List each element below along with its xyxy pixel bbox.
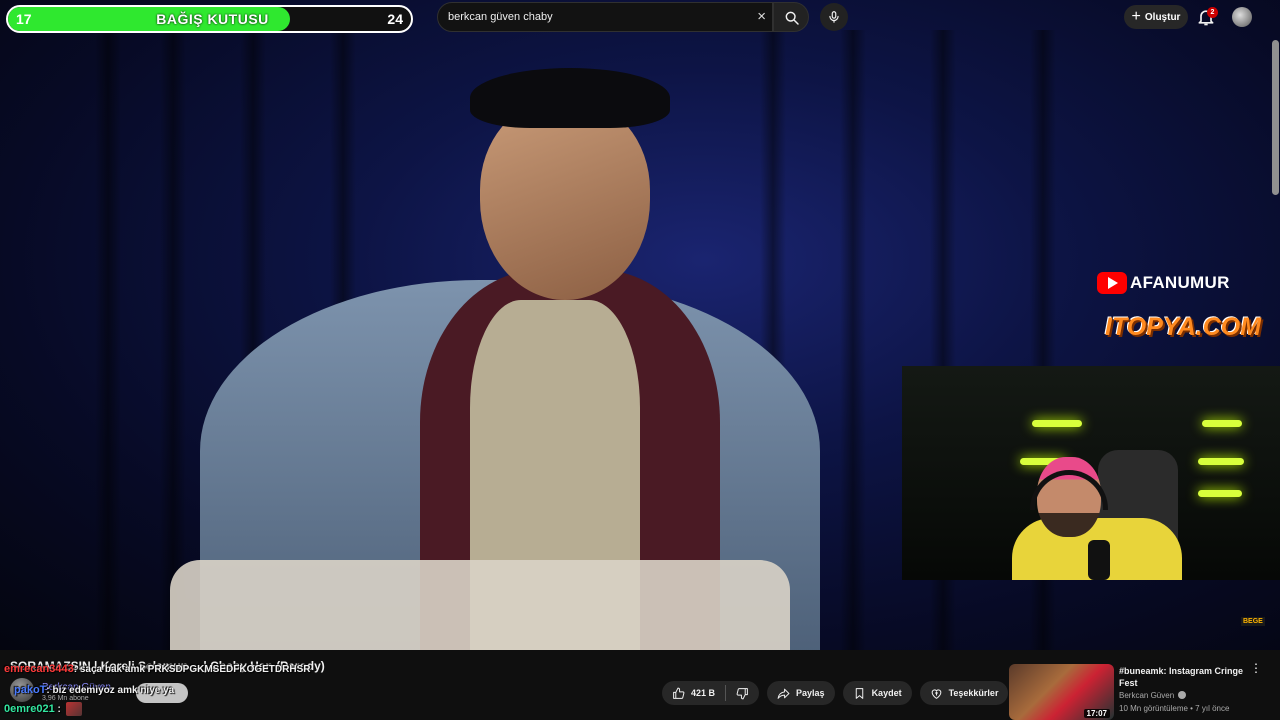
save-label: Kaydet (871, 688, 902, 698)
microphone-icon (829, 11, 839, 23)
chat-text: : saça bak amk PRKSDPGKMSEDFKOGETDRHSR (73, 664, 311, 675)
chat-sticker (66, 702, 82, 716)
shelf-light (1198, 490, 1242, 497)
scrollbar-thumb[interactable] (1272, 40, 1279, 195)
shelf-light (1202, 420, 1242, 427)
create-label: Oluştur (1144, 11, 1181, 23)
dislike-button[interactable] (726, 681, 759, 705)
chat-username: 0emre021 (4, 703, 55, 715)
video-duration: 17:07 (1083, 709, 1110, 718)
recommended-video-title[interactable]: #buneamk: Instagram Cringe Fest (1119, 665, 1244, 689)
youtube-page: 17 BAĞIŞ KUTUSU 24 berkcan güven chaby ×… (0, 0, 1280, 720)
youtube-logo-icon (1097, 272, 1127, 294)
webcam-tag: BEGE (1241, 617, 1265, 626)
thumbs-down-icon (736, 687, 748, 699)
account-avatar[interactable] (1232, 7, 1252, 27)
recommended-video-thumbnail[interactable]: 17:07 (1009, 664, 1114, 720)
recommended-video-meta: 10 Mn görüntüleme • 7 yıl önce (1119, 704, 1230, 713)
video-actions: 421 B Paylaş Kaydet Teşekkürler ••• (662, 681, 1041, 705)
shelf-light (1198, 458, 1244, 465)
chat-message: 0emre021 : (4, 703, 61, 715)
donation-label: BAĞIŞ KUTUSU (156, 11, 269, 27)
video-chair (170, 560, 790, 650)
video-subject-face (480, 100, 650, 300)
create-button[interactable]: + Oluştur (1124, 5, 1188, 29)
chat-username: pakoT (14, 684, 47, 696)
channel-watermark: AFANUMUR (1097, 271, 1230, 295)
chat-message: pakoT: biz edemiyoz amk niye ya (14, 684, 174, 696)
sponsor-logo: ITOPYA.COM (1105, 313, 1262, 341)
bookmark-icon (855, 687, 863, 699)
donation-bar: 17 BAĞIŞ KUTUSU 24 (6, 5, 413, 33)
plus-icon: + (1131, 8, 1141, 25)
search-box[interactable]: berkcan güven chaby × (437, 2, 773, 32)
save-button[interactable]: Kaydet (842, 681, 912, 705)
search-input[interactable]: berkcan güven chaby (448, 11, 553, 23)
streamer-microphone (1088, 540, 1110, 580)
chat-username: emrecan3443 (4, 663, 74, 675)
thanks-label: Teşekkürler (948, 688, 999, 698)
voice-search-button[interactable] (820, 3, 848, 31)
thumbs-up-icon (673, 687, 685, 699)
recommended-channel-name[interactable]: Berkcan Güven (1119, 691, 1187, 700)
share-icon (777, 688, 790, 699)
like-dislike-group: 421 B (662, 681, 760, 705)
share-button[interactable]: Paylaş (767, 681, 835, 705)
notification-badge: 2 (1207, 7, 1218, 18)
chat-text: : biz edemiyoz amk niye ya (46, 685, 175, 696)
thanks-button[interactable]: Teşekkürler (919, 681, 1009, 705)
curtain-fold (840, 30, 866, 650)
like-count: 421 B (691, 688, 716, 698)
recommendation-menu-icon[interactable]: ⋮ (1250, 662, 1262, 674)
shelf-light (1032, 420, 1082, 427)
search-icon (785, 11, 799, 25)
chat-text: : (54, 704, 61, 715)
donation-goal: 24 (387, 11, 403, 27)
verified-icon (1178, 691, 1187, 699)
curtain-fold (95, 30, 121, 650)
curtain-fold (160, 30, 186, 650)
super-thanks-icon (931, 688, 941, 699)
subscriber-count: 3,96 Mn abone (42, 695, 89, 702)
search-button[interactable] (773, 2, 809, 32)
share-label: Paylaş (796, 688, 825, 698)
chat-message: emrecan3443: saça bak amk PRKSDPGKMSEDFK… (4, 663, 310, 675)
watermark-channel-name: AFANUMUR (1130, 273, 1230, 292)
recommended-channel-label: Berkcan Güven (1119, 691, 1175, 700)
video-subject-hair (470, 68, 670, 128)
close-icon[interactable]: × (757, 8, 766, 25)
like-button[interactable]: 421 B (662, 681, 725, 705)
